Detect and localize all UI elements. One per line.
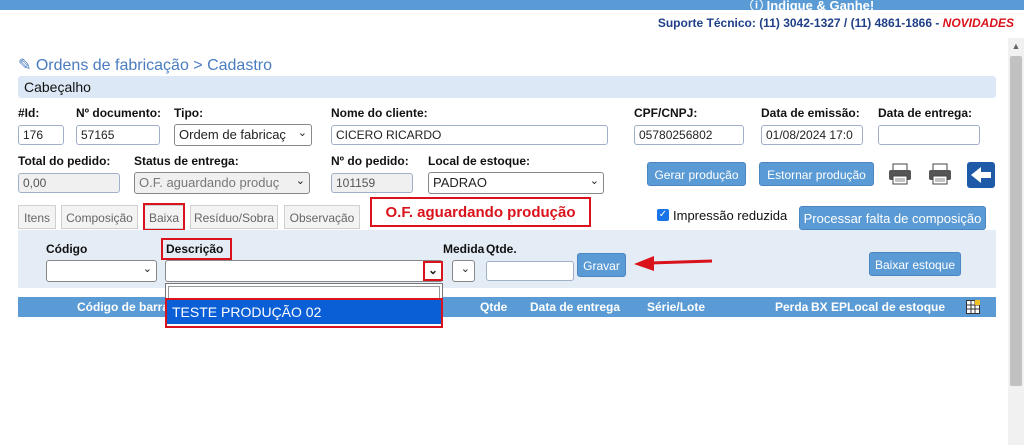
impressao-checkbox[interactable]: ✓ [657, 209, 669, 221]
estornar-producao-button[interactable]: Estornar produção [759, 162, 874, 186]
tab-observacao[interactable]: Observação [284, 205, 360, 229]
baixar-estoque-button[interactable]: Baixar estoque [869, 252, 961, 276]
entrega-field[interactable] [878, 125, 980, 145]
tipo-select[interactable]: Ordem de fabricaç ⌄ [174, 124, 312, 146]
emissao-field[interactable]: 01/08/2024 17:0 [761, 125, 863, 145]
pedido-field[interactable]: 101159 [331, 173, 413, 193]
arrow-left-icon [634, 256, 713, 271]
info-icon: ⓘ [750, 0, 767, 13]
medida-label: Medida [443, 242, 485, 256]
support-text: Suporte Técnico: (11) 3042-1327 / (11) 4… [657, 16, 943, 30]
chevron-down-icon: ⌄ [589, 175, 599, 187]
gravar-button[interactable]: Gravar [577, 253, 626, 277]
doc-label: Nº documento: [76, 106, 162, 120]
total-label: Total do pedido: [18, 154, 111, 168]
col-perda[interactable]: Perda [775, 300, 808, 314]
status-label: Status de entrega: [134, 154, 239, 168]
descricao-select[interactable] [165, 260, 443, 282]
edit-icon: ✎ [18, 57, 32, 74]
total-field[interactable]: 0,00 [18, 173, 120, 193]
page-title: ✎ Ordens de fabricação > Cadastro [18, 55, 272, 75]
chevron-down-icon: ⌄ [142, 263, 152, 275]
id-label: #Id: [18, 106, 40, 120]
qtde-field[interactable] [486, 261, 574, 281]
status-select[interactable]: O.F. aguardando produç ⌄ [134, 172, 310, 194]
printer-icon[interactable] [887, 162, 913, 186]
cpf-field[interactable]: 05780256802 [634, 125, 744, 145]
status-select-value: O.F. aguardando produç [139, 175, 280, 190]
col-serie-lote[interactable]: Série/Lote [647, 300, 705, 314]
estoque-select-value: PADRAO [433, 175, 487, 190]
id-field[interactable]: 176 [18, 125, 64, 145]
section-title: Cabeçalho [24, 79, 91, 95]
tab-baixa-highlight [143, 203, 185, 231]
top-bar-text[interactable]: ⓘ Indique & Ganhe! [750, 0, 874, 14]
col-bx-ep[interactable]: BX EP [811, 300, 847, 314]
printer-reduced-icon[interactable] [927, 162, 953, 186]
scroll-up-icon[interactable]: ▲ [1008, 38, 1024, 54]
col-data-entrega[interactable]: Data de entrega [530, 300, 620, 314]
emissao-label: Data de emissão: [761, 106, 860, 120]
estoque-label: Local de estoque: [428, 154, 531, 168]
chevron-down-icon: ⌄ [297, 127, 307, 139]
gerar-producao-button[interactable]: Gerar produção [647, 162, 746, 186]
scrollbar-thumb[interactable] [1010, 56, 1022, 386]
chevron-down-icon: ⌄ [460, 263, 470, 275]
col-local-estoque[interactable]: Local de estoque [847, 300, 945, 314]
entrega-label: Data de entrega: [878, 106, 973, 120]
codigo-select[interactable]: ⌄ [46, 260, 157, 282]
codigo-label: Código [46, 242, 88, 256]
indique-link[interactable]: Indique & Ganhe! [767, 0, 875, 13]
section-header: Cabeçalho [18, 76, 996, 98]
descricao-chevron-icon[interactable]: ⌄ [423, 261, 443, 281]
qtde-label: Qtde. [486, 242, 517, 256]
chevron-down-icon: ⌄ [295, 175, 305, 187]
processar-falta-button[interactable]: Processar falta de composição [799, 206, 986, 230]
back-arrow-icon[interactable] [967, 162, 995, 188]
pedido-label: Nº do pedido: [331, 154, 409, 168]
support-line: Suporte Técnico: (11) 3042-1327 / (11) 4… [658, 16, 1014, 30]
cpf-label: CPF/CNPJ: [634, 106, 698, 120]
tab-residuo-sobra[interactable]: Resíduo/Sobra [190, 205, 278, 229]
cliente-label: Nome do cliente: [331, 106, 428, 120]
tipo-label: Tipo: [174, 106, 204, 120]
novidades-link[interactable]: NOVIDADES [943, 16, 1014, 30]
col-qtde[interactable]: Qtde [480, 300, 507, 314]
page-title-text: Ordens de fabricação > Cadastro [35, 57, 272, 74]
medida-select[interactable]: ⌄ [452, 260, 475, 282]
estoque-select[interactable]: PADRAO ⌄ [428, 172, 604, 194]
col-codigo-barra[interactable]: Código de barra [77, 300, 169, 314]
doc-field[interactable]: 57165 [76, 125, 160, 145]
tipo-select-value: Ordem de fabricaç [179, 127, 286, 142]
status-banner: O.F. aguardando produção [385, 204, 576, 221]
tab-composicao[interactable]: Composição [61, 205, 138, 229]
descricao-highlight [161, 238, 232, 260]
impressao-label: Impressão reduzida [673, 208, 788, 223]
tab-itens[interactable]: Itens [18, 205, 56, 229]
cliente-field[interactable]: CICERO RICARDO [331, 125, 608, 145]
dropdown-option-highlight [165, 298, 443, 328]
table-config-icon[interactable] [966, 300, 980, 314]
